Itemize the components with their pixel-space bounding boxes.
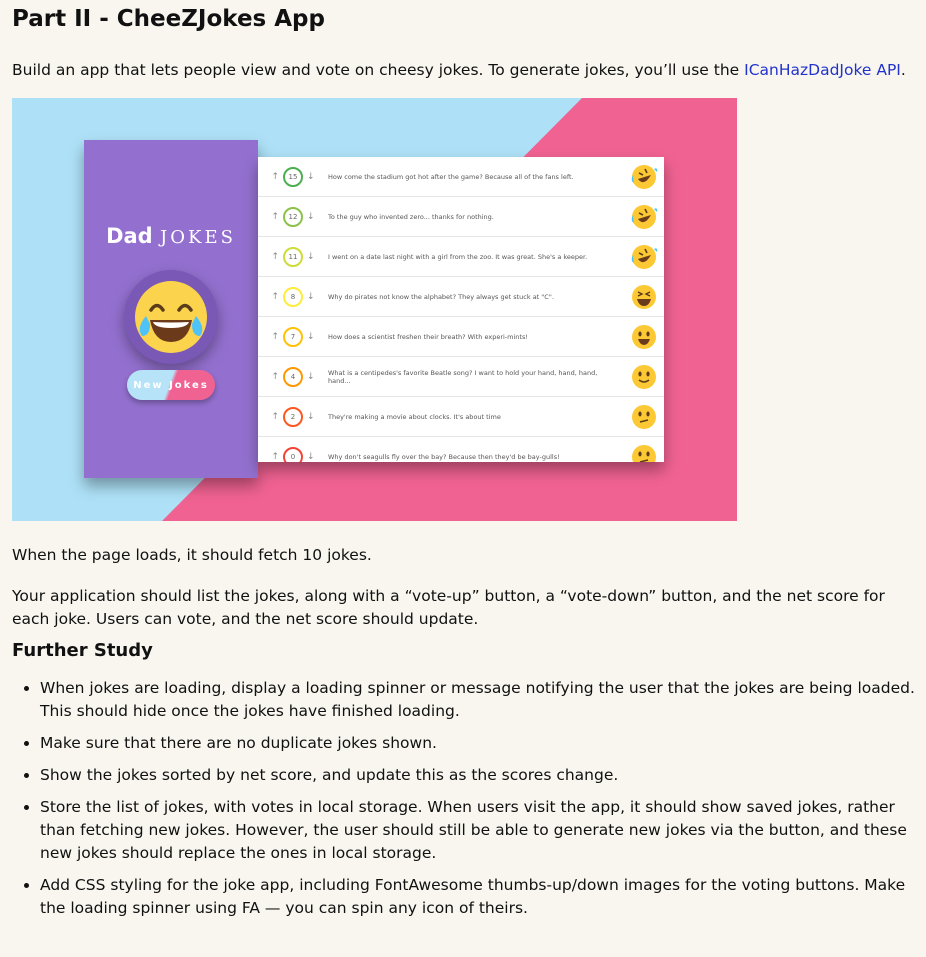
joke-score: 11	[283, 246, 303, 267]
intro-text-end: .	[900, 61, 906, 79]
joke-score: 4	[283, 366, 303, 387]
app-brand: Dad JOKES	[84, 224, 258, 248]
arrow-down-icon: ↓	[307, 171, 315, 182]
joke-row: ↑ 4 ↓ What is a centipedes's favorite Beatl…	[258, 357, 664, 397]
list-item: Store the list of jokes, with votes in l…	[40, 796, 916, 865]
joke-text: What is a centipedes's favorite Beatle s…	[328, 368, 598, 385]
arrow-down-icon: ↓	[307, 411, 315, 422]
arrow-up-icon: ↑	[271, 411, 279, 422]
vote-controls: ↑ 2 ↓	[258, 406, 328, 427]
arrow-down-icon: ↓	[307, 211, 315, 222]
joke-text: To the guy who invented zero... thanks f…	[328, 212, 494, 221]
arrow-up-icon: ↑	[271, 251, 279, 262]
arrow-up-icon: ↑	[271, 451, 279, 462]
intro-paragraph: Build an app that lets people view and v…	[12, 59, 916, 82]
laughing-emoji-icon	[124, 270, 218, 364]
joke-text: Why don't seagulls fly over the bay? Bec…	[328, 452, 560, 461]
joke-row: ↑ 7 ↓ How does a scientist freshen their br…	[258, 317, 664, 357]
app-screenshot: Dad JOKES New Jokes ↑ 15 ↓ How come the sta…	[12, 98, 737, 521]
arrow-up-icon: ↑	[271, 211, 279, 222]
slight-emoji-icon	[624, 363, 664, 391]
arrow-down-icon: ↓	[307, 451, 315, 462]
vote-controls: ↑ 4 ↓	[258, 366, 328, 387]
vote-controls: ↑ 8 ↓	[258, 286, 328, 307]
joke-row: ↑ 8 ↓ Why do pirates not know the alphabet?…	[258, 277, 664, 317]
joke-row: ↑ 2 ↓ They're making a movie about clocks. …	[258, 397, 664, 437]
load-paragraph: When the page loads, it should fetch 10 …	[12, 546, 372, 564]
list-item: When jokes are loading, display a loadin…	[40, 677, 916, 723]
joke-score: 7	[283, 326, 303, 347]
arrow-up-icon: ↑	[271, 371, 279, 382]
joke-text: How come the stadium got hot after the g…	[328, 172, 574, 181]
list-item: Make sure that there are no duplicate jo…	[40, 732, 916, 755]
arrow-down-icon: ↓	[307, 291, 315, 302]
intro-text: Build an app that lets people view and v…	[12, 61, 745, 79]
vote-controls: ↑ 7 ↓	[258, 326, 328, 347]
arrow-down-icon: ↓	[307, 331, 315, 342]
app-sidebar: Dad JOKES New Jokes	[84, 140, 258, 478]
joke-row: ↑ 15 ↓ How come the stadium got hot after t…	[258, 157, 664, 197]
document: Part II - CheeZJokes App Build an app th…	[0, 6, 916, 920]
rofl-emoji-icon	[624, 203, 664, 231]
arrow-up-icon: ↑	[271, 171, 279, 182]
confused-emoji-icon	[624, 443, 664, 462]
brand-bold: Dad	[106, 224, 153, 248]
joke-row: ↑ 12 ↓ To the guy who invented zero... than…	[258, 197, 664, 237]
joke-text: I went on a date last night with a girl …	[328, 252, 588, 261]
arrow-up-icon: ↑	[271, 291, 279, 302]
joke-score: 0	[283, 446, 303, 462]
rofl-emoji-icon	[624, 243, 664, 271]
api-link[interactable]: ICanHazDadJoke API	[744, 61, 901, 79]
joke-row: ↑ 0 ↓ Why don't seagulls fly over the bay? …	[258, 437, 664, 462]
vote-controls: ↑ 15 ↓	[258, 166, 328, 187]
joke-score: 8	[283, 286, 303, 307]
joke-score: 12	[283, 206, 303, 227]
rofl-emoji-icon	[624, 163, 664, 191]
joke-text: Why do pirates not know the alphabet? Th…	[328, 292, 554, 301]
joke-score: 2	[283, 406, 303, 427]
vote-controls: ↑ 11 ↓	[258, 246, 328, 267]
vote-controls: ↑ 0 ↓	[258, 446, 328, 462]
further-study-heading: Further Study	[12, 640, 153, 661]
joke-row: ↑ 11 ↓ I went on a date last night with a g…	[258, 237, 664, 277]
page-title: Part II - CheeZJokes App	[12, 6, 325, 32]
brand-thin: JOKES	[160, 227, 236, 248]
list-paragraph: Your application should list the jokes, …	[12, 587, 885, 628]
arrow-down-icon: ↓	[307, 251, 315, 262]
smile-emoji-icon	[624, 323, 664, 351]
further-study-list: When jokes are loading, display a loadin…	[12, 677, 916, 920]
laugh-emoji-icon	[624, 283, 664, 311]
confused-emoji-icon	[624, 403, 664, 431]
list-item: Show the jokes sorted by net score, and …	[40, 764, 916, 787]
joke-text: They're making a movie about clocks. It'…	[328, 412, 501, 421]
arrow-down-icon: ↓	[307, 371, 315, 382]
list-item: Add CSS styling for the joke app, includ…	[40, 874, 916, 920]
joke-list: ↑ 15 ↓ How come the stadium got hot after t…	[258, 157, 664, 462]
new-jokes-button: New Jokes	[127, 370, 215, 400]
arrow-up-icon: ↑	[271, 331, 279, 342]
vote-controls: ↑ 12 ↓	[258, 206, 328, 227]
joke-text: How does a scientist freshen their breat…	[328, 332, 528, 341]
joke-score: 15	[283, 166, 303, 187]
